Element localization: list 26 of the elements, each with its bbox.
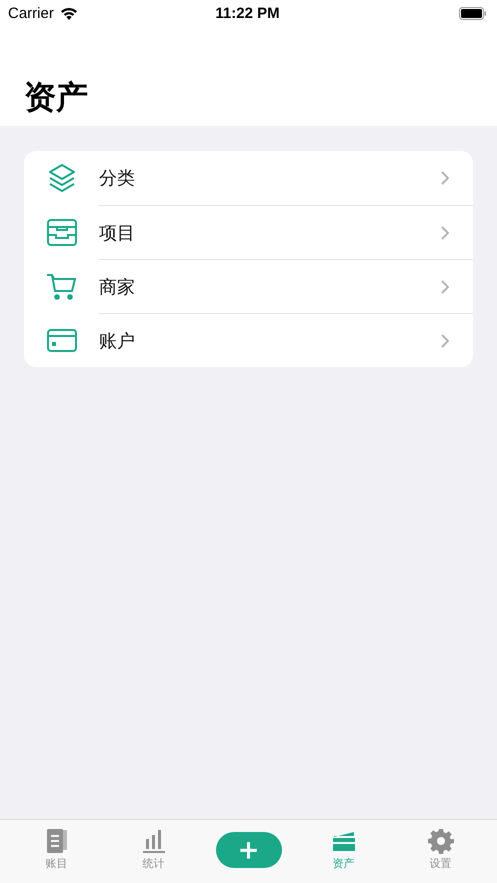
- wifi-icon: [60, 6, 78, 20]
- menu-item[interactable]: 账户: [24, 313, 473, 368]
- menu-label: 项目: [99, 222, 135, 245]
- menu-label: 商家: [99, 276, 135, 299]
- carrier-label: Carrier: [8, 4, 54, 22]
- chevron-icon: [441, 280, 449, 294]
- menu-label: 账户: [99, 330, 135, 353]
- chevron-icon: [441, 171, 449, 186]
- tab-item[interactable]: 设置: [406, 828, 476, 871]
- menu-item[interactable]: 分类: [24, 151, 473, 206]
- tab-item[interactable]: 统计: [118, 828, 188, 871]
- tab-item[interactable]: 资产: [308, 828, 378, 871]
- menu-label: 分类: [99, 167, 135, 190]
- bar-chart-icon: [140, 828, 166, 854]
- add-button[interactable]: ＋: [216, 832, 282, 868]
- settings-icon: [428, 828, 454, 854]
- battery-icon: [459, 6, 487, 20]
- chevron-icon: [441, 226, 449, 240]
- tray-icon: [46, 216, 78, 248]
- layers-icon: [46, 162, 78, 194]
- menu-item[interactable]: 项目: [24, 205, 473, 260]
- chevron-icon: [441, 334, 449, 348]
- tab-item[interactable]: 账目: [22, 828, 92, 871]
- clock-time: 11:22 PM: [215, 4, 280, 22]
- menu-item[interactable]: 商家: [24, 259, 473, 314]
- page-title: 资产: [23, 77, 89, 118]
